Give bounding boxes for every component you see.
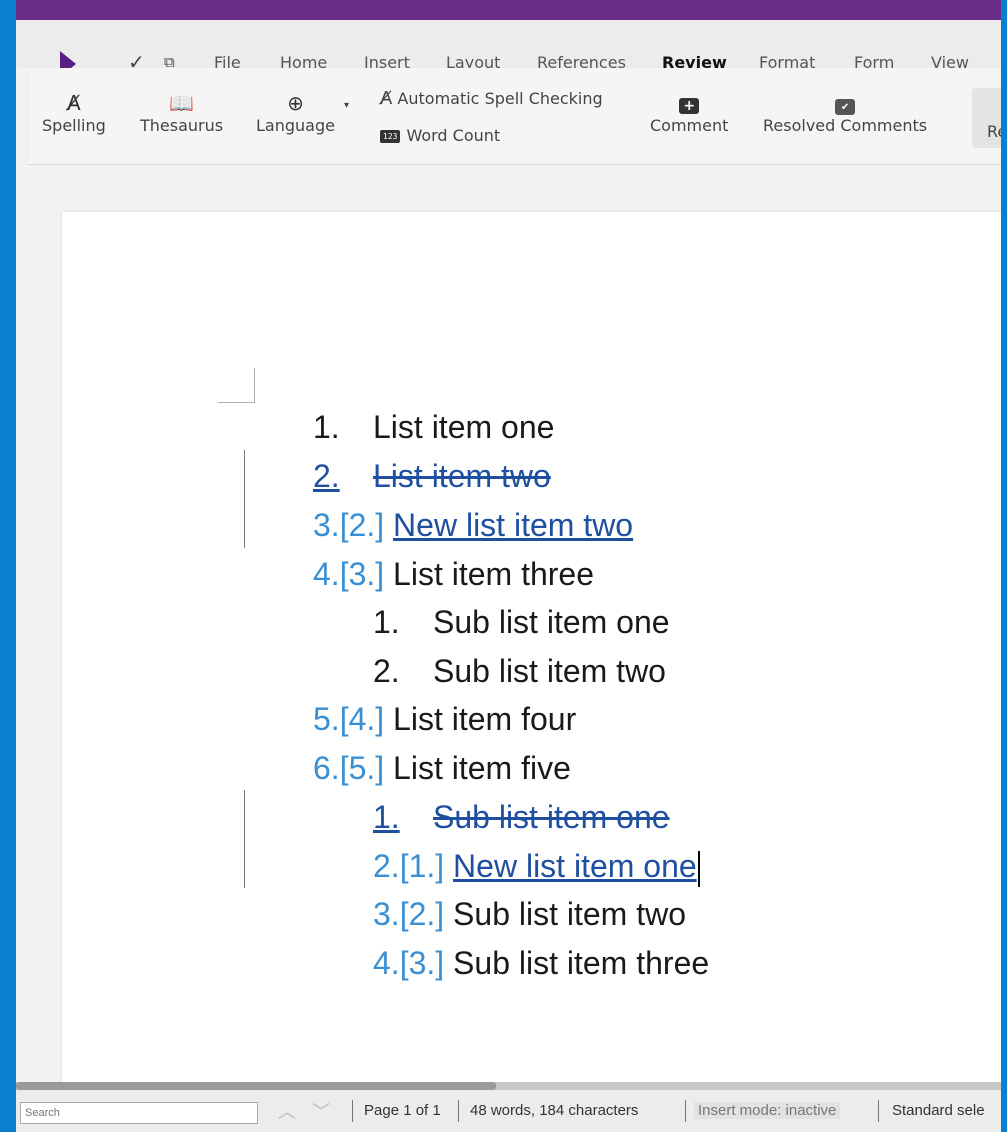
language-button[interactable]: ⊕ Language	[256, 90, 335, 135]
page-indicator[interactable]: Page 1 of 1	[364, 1102, 441, 1119]
writer-window: ✓ ⧉ File Home Insert Layout References R…	[16, 0, 1001, 1132]
insert-mode-status[interactable]: Insert mode: inactive	[694, 1102, 841, 1119]
sub-list-item[interactable]: 3.[2.] Sub list item two	[373, 894, 686, 934]
list-item[interactable]: 1. List item one	[313, 407, 554, 447]
sub-list-item[interactable]: 1. Sub list item one	[373, 602, 670, 642]
menubar: ✓ ⧉ File Home Insert Layout References R…	[16, 20, 1001, 77]
scrollbar-thumb[interactable]	[16, 1082, 496, 1090]
list-text: List item four	[393, 701, 577, 737]
divider	[352, 1100, 353, 1122]
book-icon: 📖	[169, 91, 194, 115]
title-stripe	[16, 0, 1001, 20]
list-number: 4.	[373, 945, 400, 981]
record-label: Rec	[987, 122, 1001, 141]
deleted-text: Sub list item one	[433, 799, 670, 835]
horizontal-scrollbar[interactable]	[16, 1082, 1001, 1090]
divider	[458, 1100, 459, 1122]
list-item[interactable]: 4.[3.] List item three	[313, 554, 594, 594]
old-list-number: [3.]	[339, 556, 385, 592]
selection-mode-status[interactable]: Standard sele	[892, 1102, 985, 1119]
list-number: 1.	[373, 799, 400, 835]
list-text: Sub list item two	[433, 653, 666, 689]
deleted-text: List item two	[373, 458, 551, 494]
change-bar	[244, 790, 245, 888]
list-item[interactable]: 5.[4.] List item four	[313, 699, 576, 739]
word-count-icon: 123	[380, 130, 401, 143]
spelling-button[interactable]: A̸ Spelling	[42, 90, 106, 135]
sub-list-item[interactable]: 4.[3.] Sub list item three	[373, 943, 709, 983]
old-list-number: [2.]	[339, 507, 385, 543]
list-number: 2.	[373, 848, 400, 884]
sub-list-item-deleted[interactable]: 1. Sub list item one	[373, 797, 670, 837]
spelling-icon: A̸	[67, 91, 81, 115]
auto-spell-icon: A̸	[380, 88, 393, 109]
list-text: List item one	[373, 409, 555, 445]
globe-icon: ⊕	[287, 91, 304, 115]
record-button[interactable]: ▯ Rec	[972, 88, 1001, 148]
word-count-button[interactable]: 123 Word Count	[380, 126, 500, 145]
divider	[878, 1100, 879, 1122]
list-number: 4.	[313, 556, 340, 592]
comment-add-icon: +	[650, 90, 728, 116]
resolved-comments-label: Resolved Comments	[763, 116, 928, 135]
language-label: Language	[256, 116, 335, 135]
list-text: List item three	[393, 556, 595, 592]
statusbar: ︿ ﹀ Page 1 of 1 48 words, 184 characters…	[16, 1082, 1001, 1132]
word-count-label: Word Count	[406, 126, 501, 145]
thesaurus-button[interactable]: 📖 Thesaurus	[140, 90, 223, 135]
search-input[interactable]	[20, 1102, 258, 1124]
spelling-label: Spelling	[42, 116, 106, 135]
list-text: Sub list item two	[453, 896, 687, 932]
divider	[685, 1100, 686, 1122]
change-bar	[244, 450, 245, 548]
list-text: List item five	[393, 750, 571, 786]
word-count-status[interactable]: 48 words, 184 characters	[470, 1102, 638, 1119]
auto-spell-label: Automatic Spell Checking	[397, 89, 603, 108]
list-number: 6.	[313, 750, 340, 786]
old-list-number: [4.]	[339, 701, 385, 737]
search-next-icon[interactable]: ﹀	[312, 1098, 330, 1124]
old-list-number: [5.]	[339, 750, 385, 786]
sub-list-item[interactable]: 2. Sub list item two	[373, 651, 666, 691]
inserted-text: New list item one	[453, 848, 697, 884]
record-icon: ▯	[1000, 94, 1001, 118]
resolved-comment-icon: ✔	[763, 90, 927, 116]
review-ribbon: A̸ Spelling 📖 Thesaurus ⊕ Language ▾ A̸ …	[28, 68, 1001, 165]
text-cursor	[697, 850, 700, 887]
list-number: 1.	[373, 604, 400, 640]
old-list-number: [1.]	[399, 848, 445, 884]
language-dropdown-icon[interactable]: ▾	[344, 100, 349, 111]
list-item-deleted[interactable]: 2. List item two	[313, 456, 551, 496]
old-list-number: [2.]	[399, 896, 445, 932]
list-item[interactable]: 6.[5.] List item five	[313, 748, 571, 788]
sub-list-item-inserted[interactable]: 2.[1.] New list item one	[373, 846, 700, 887]
list-text: Sub list item three	[453, 945, 710, 981]
list-number: 2.	[373, 653, 400, 689]
resolved-comments-button[interactable]: ✔ Resolved Comments	[763, 90, 927, 135]
comment-button[interactable]: + Comment	[650, 90, 728, 135]
list-number: 3.	[313, 507, 340, 543]
page-margin-corner-mark	[218, 368, 255, 403]
inserted-text: New list item two	[393, 507, 634, 543]
list-number: 2.	[313, 458, 340, 494]
list-number: 3.	[373, 896, 400, 932]
comment-label: Comment	[650, 116, 729, 135]
list-item-inserted[interactable]: 3.[2.] New list item two	[313, 505, 633, 545]
auto-spell-toggle[interactable]: A̸ Automatic Spell Checking	[380, 88, 603, 109]
thesaurus-label: Thesaurus	[140, 116, 224, 135]
old-list-number: [3.]	[399, 945, 445, 981]
list-number: 1.	[313, 409, 340, 445]
search-prev-icon[interactable]: ︿	[278, 1098, 296, 1124]
list-text: Sub list item one	[433, 604, 670, 640]
list-number: 5.	[313, 701, 340, 737]
